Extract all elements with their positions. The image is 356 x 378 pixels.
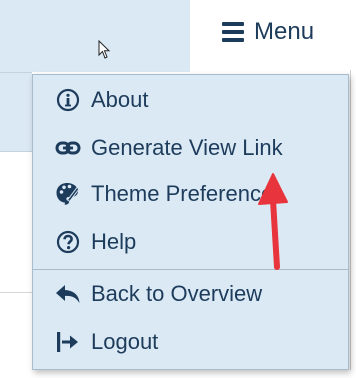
menu-button[interactable]: Menu xyxy=(210,12,335,52)
menu-item-label: Logout xyxy=(91,329,159,354)
menu-button-label: Menu xyxy=(254,18,315,45)
menu-item-label: Generate View Link xyxy=(91,135,283,160)
annotation-arrow-icon xyxy=(258,173,288,270)
sign-out-icon xyxy=(55,329,81,355)
reply-arrow-icon xyxy=(55,281,81,307)
menu-item-theme-preference[interactable]: Theme Preference xyxy=(33,171,348,217)
menu-item-help[interactable]: Help xyxy=(33,219,348,265)
sub-header-bar xyxy=(0,72,32,152)
content-divider xyxy=(0,292,32,293)
palette-icon xyxy=(55,181,81,207)
page-edge-divider xyxy=(350,70,351,370)
menu-item-label: Theme Preference xyxy=(91,181,274,206)
menu-divider xyxy=(33,269,348,270)
question-circle-icon xyxy=(55,229,81,255)
menu-item-back-to-overview[interactable]: Back to Overview xyxy=(33,271,348,317)
menu-item-label: About xyxy=(91,87,149,112)
menu-item-label: Help xyxy=(91,229,137,254)
hamburger-icon xyxy=(222,22,244,42)
menu-item-about[interactable]: About xyxy=(33,77,348,123)
menu-item-logout[interactable]: Logout xyxy=(33,319,348,365)
info-circle-icon xyxy=(55,87,81,113)
mouse-cursor-icon xyxy=(98,40,111,59)
menu-item-generate-view-link[interactable]: Generate View Link xyxy=(33,125,348,171)
link-icon xyxy=(55,135,81,161)
menu-dropdown: About Generate View Link Theme Preferenc… xyxy=(32,74,349,370)
menu-item-label: Back to Overview xyxy=(91,281,263,306)
header-bar xyxy=(0,0,190,72)
